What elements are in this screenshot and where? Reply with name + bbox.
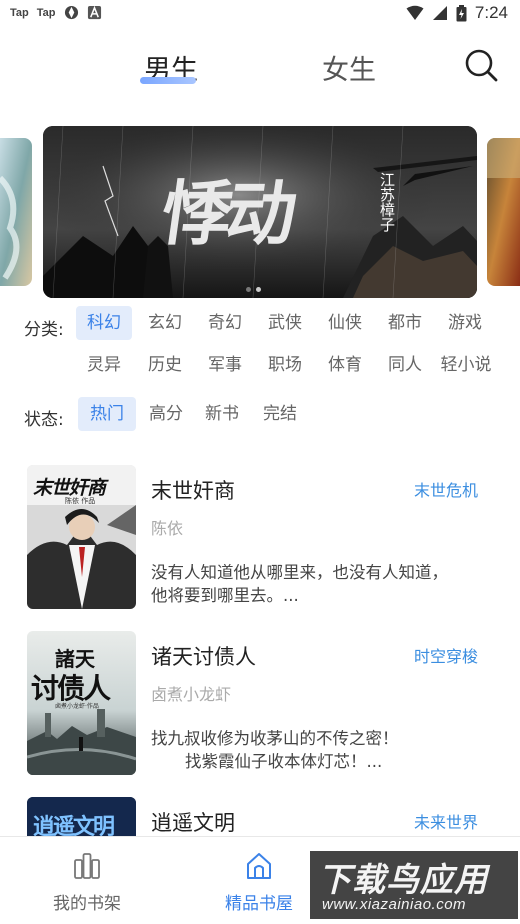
book-item[interactable]: 逍遥文明 逍遥文明 未来世界	[0, 797, 520, 836]
watermark-url: www.xiazainiao.com	[322, 896, 467, 913]
category-chip-6[interactable]: 游戏	[437, 306, 493, 340]
site-watermark: 下载鸟应用 www.xiazainiao.com	[310, 851, 518, 919]
signal-icon	[432, 6, 447, 20]
cover-title: 逍遥文明	[33, 815, 115, 836]
book-cover[interactable]: 逍遥文明	[27, 797, 136, 836]
status-bar: Tap Tap 7:24	[0, 0, 520, 26]
book-tag[interactable]: 时空穿梭	[414, 643, 478, 667]
banner-pagination	[246, 287, 261, 292]
category-chip-12[interactable]: 同人	[377, 348, 433, 382]
book-desc-line: 他将要到哪里去。...	[151, 586, 299, 605]
banner-author: 江苏樟子	[378, 172, 396, 232]
nav-bookshelf[interactable]: 我的书架	[42, 851, 132, 914]
battery-icon	[456, 4, 467, 21]
watermark-title: 下载鸟应用	[318, 860, 488, 899]
app-notification-icon	[64, 5, 78, 20]
banner-prev-slide[interactable]	[0, 138, 32, 286]
book-item[interactable]: 末世奸商 陈依 作品 末世奸商 末世危机 陈依 没有人知道他从哪里来，也没有人知…	[0, 465, 520, 615]
book-desc-line: 找九叔收修为收茅山的不传之密！	[151, 729, 399, 748]
banner-dot-active	[256, 287, 261, 292]
book-tag[interactable]: 未来世界	[414, 809, 478, 833]
book-desc-line: 找紫霞仙子收本体灯芯！...	[185, 752, 383, 771]
home-icon	[247, 853, 271, 879]
status-chip-1[interactable]: 高分	[138, 397, 194, 431]
taptap-notification-1: Tap	[10, 6, 29, 19]
status-bar-left: Tap Tap	[10, 5, 102, 20]
book-description: 找九叔收修为收茅山的不传之密！ 找紫霞仙子收本体灯芯！...	[151, 727, 471, 773]
book-item[interactable]: 諸天 讨债人 卤煮小龙虾·作品 诸天讨债人 时空穿梭 卤煮小龙虾 找九叔收修为收…	[0, 631, 520, 781]
cover-author: 陈依 作品	[65, 497, 96, 505]
gender-tabs: 男生 女生	[0, 48, 520, 92]
banner-title: 悸动	[156, 172, 297, 255]
category-chip-10[interactable]: 职场	[257, 348, 313, 382]
category-chip-1[interactable]: 玄幻	[137, 306, 193, 340]
taptap-notification-2: Tap	[36, 6, 56, 19]
active-tab-indicator	[140, 77, 196, 84]
book-cover[interactable]: 末世奸商 陈依 作品	[27, 465, 136, 609]
book-desc-line: 没有人知道他从哪里来，也没有人知道，	[151, 563, 448, 582]
nav-bookshelf-label: 我的书架	[53, 894, 121, 914]
search-icon[interactable]	[464, 48, 498, 82]
category-chip-3[interactable]: 武侠	[257, 306, 313, 340]
book-cover[interactable]: 諸天 讨债人 卤煮小龙虾·作品	[27, 631, 136, 775]
category-chip-0[interactable]: 科幻	[76, 306, 132, 340]
book-title: 逍遥文明	[151, 811, 235, 835]
category-chip-13[interactable]: 轻小说	[433, 348, 499, 382]
book-author: 卤煮小龙虾	[151, 685, 232, 704]
nav-bookstore[interactable]: 精品书屋	[214, 851, 304, 914]
book-tag[interactable]: 末世危机	[414, 477, 478, 501]
bookshelf-icon	[74, 853, 100, 879]
book-title: 末世奸商	[151, 479, 235, 503]
wifi-icon	[406, 5, 424, 20]
status-chip-2[interactable]: 新书	[194, 397, 250, 431]
nav-bookstore-label: 精品书屋	[225, 894, 293, 914]
status-label: 状态:	[24, 410, 64, 430]
category-chip-2[interactable]: 奇幻	[197, 306, 253, 340]
tab-girl[interactable]: 女生	[322, 48, 376, 87]
book-title: 诸天讨债人	[151, 645, 256, 669]
category-chip-11[interactable]: 体育	[317, 348, 373, 382]
status-bar-right: 7:24	[406, 3, 508, 23]
status-chip-0[interactable]: 热门	[78, 397, 136, 431]
cover-author: 卤煮小龙虾·作品	[55, 703, 99, 710]
book-description: 没有人知道他从哪里来，也没有人知道， 他将要到哪里去。...	[151, 561, 471, 607]
banner-next-slide[interactable]	[487, 138, 520, 286]
category-chip-9[interactable]: 军事	[197, 348, 253, 382]
category-chip-8[interactable]: 历史	[137, 348, 193, 382]
book-author: 陈依	[151, 519, 184, 538]
category-chip-7[interactable]: 灵异	[76, 348, 132, 382]
category-chip-4[interactable]: 仙侠	[317, 306, 373, 340]
category-label: 分类:	[24, 320, 64, 340]
font-notification-icon	[87, 5, 101, 20]
status-chip-3[interactable]: 完结	[252, 397, 308, 431]
banner-dot	[246, 287, 251, 292]
clock: 7:24	[474, 3, 508, 22]
featured-banner[interactable]: 悸动 江苏樟子	[43, 126, 477, 298]
category-chip-5[interactable]: 都市	[377, 306, 433, 340]
